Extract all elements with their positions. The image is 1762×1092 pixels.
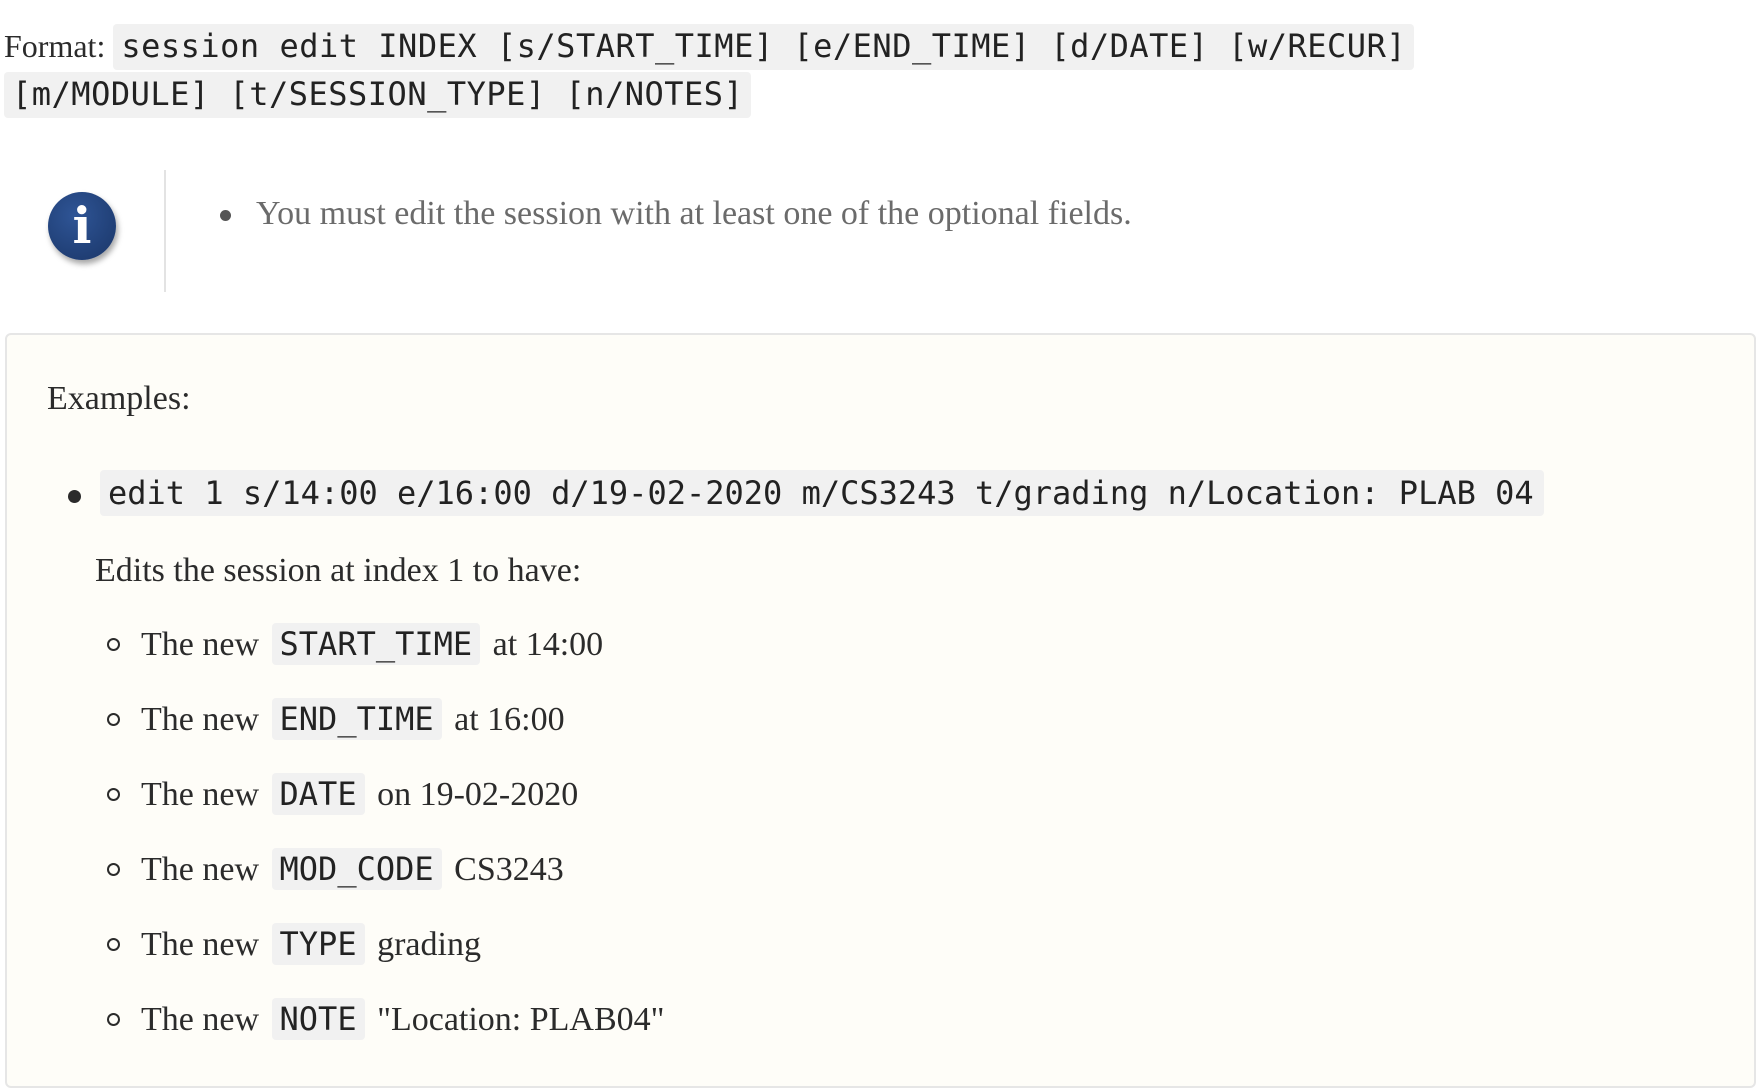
detail-prefix: The new — [141, 851, 260, 888]
examples-title: Examples: — [47, 380, 191, 417]
examples-panel: Examples: edit 1 s/14:00 e/16:00 d/19-02… — [5, 333, 1756, 1088]
detail-value: on 19-02-2020 — [377, 776, 579, 813]
circle-bullet — [107, 713, 120, 726]
detail-value: grading — [377, 926, 481, 963]
bullet-dot — [220, 210, 231, 221]
detail-value: "Location: PLAB04" — [377, 1001, 665, 1038]
info-callout: i You must edit the session with at leas… — [0, 170, 1762, 292]
info-text: You must edit the session with at least … — [256, 195, 1132, 232]
format-command: session edit INDEX [s/START_TIME] [e/END… — [4, 24, 1415, 118]
detail-field: TYPE — [271, 923, 365, 965]
detail-item-note: The new NOTE "Location: PLAB04" — [99, 998, 665, 1073]
detail-prefix: The new — [141, 626, 260, 663]
detail-prefix: The new — [141, 926, 260, 963]
format-line: Format: session edit INDEX [s/START_TIME… — [4, 22, 1564, 118]
detail-field: END_TIME — [271, 698, 442, 740]
detail-value: CS3243 — [454, 851, 564, 888]
info-icon: i — [48, 192, 116, 260]
circle-bullet — [107, 1013, 120, 1026]
detail-value: at 14:00 — [492, 626, 604, 663]
detail-item-mod-code: The new MOD_CODE CS3243 — [99, 848, 665, 923]
bullet-dot — [68, 490, 81, 503]
detail-prefix: The new — [141, 1001, 260, 1038]
detail-item-start-time: The new START_TIME at 14:00 — [99, 623, 665, 698]
detail-item-end-time: The new END_TIME at 16:00 — [99, 698, 665, 773]
detail-prefix: The new — [141, 701, 260, 738]
detail-item-type: The new TYPE grading — [99, 923, 665, 998]
detail-item-date: The new DATE on 19-02-2020 — [99, 773, 665, 848]
detail-field: NOTE — [271, 998, 365, 1040]
example-command: edit 1 s/14:00 e/16:00 d/19-02-2020 m/CS… — [100, 470, 1544, 516]
format-label: Format: — [4, 28, 106, 64]
detail-prefix: The new — [141, 776, 260, 813]
detail-field: MOD_CODE — [271, 848, 442, 890]
example-description: Edits the session at index 1 to have: — [95, 552, 582, 589]
info-list-item: You must edit the session with at least … — [216, 194, 1132, 234]
detail-value: at 16:00 — [454, 701, 565, 738]
circle-bullet — [107, 863, 120, 876]
circle-bullet — [107, 638, 120, 651]
detail-field: DATE — [271, 773, 365, 815]
example-details-list: The new START_TIME at 14:00 The new END_… — [99, 623, 665, 1073]
circle-bullet — [107, 938, 120, 951]
info-divider — [164, 170, 166, 292]
circle-bullet — [107, 788, 120, 801]
info-list: You must edit the session with at least … — [216, 194, 1132, 234]
detail-field: START_TIME — [271, 623, 481, 665]
